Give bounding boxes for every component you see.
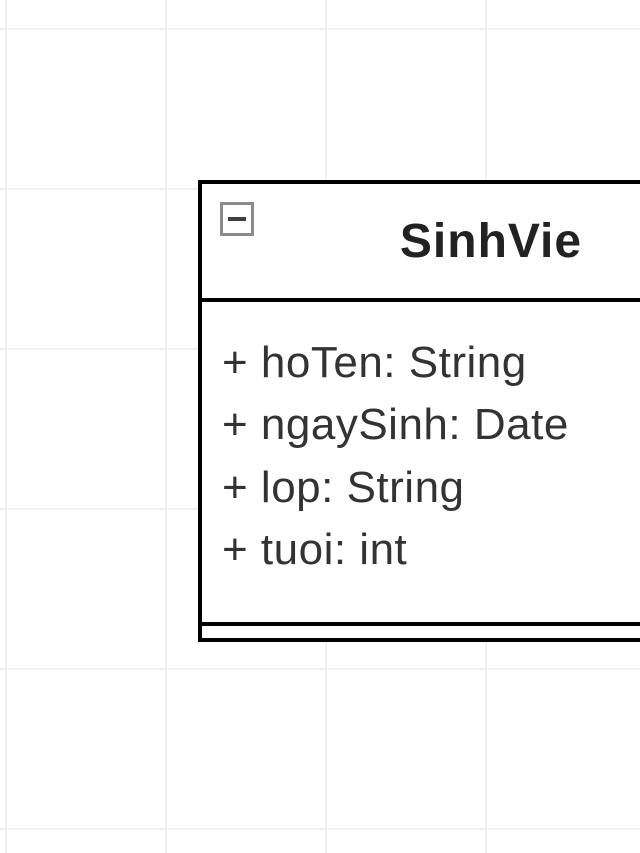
collapse-toggle[interactable]: [220, 202, 254, 236]
attribute-row: + hoTen: String: [222, 332, 620, 394]
attribute-row: + lop: String: [222, 457, 620, 519]
uml-class-header: SinhVie: [202, 184, 640, 302]
uml-class-box[interactable]: SinhVie + hoTen: String + ngaySinh: Date…: [198, 180, 640, 642]
minus-icon: [228, 217, 246, 221]
uml-attributes-section: + hoTen: String + ngaySinh: Date + lop: …: [202, 302, 640, 626]
uml-methods-section: [202, 626, 640, 638]
class-name: SinhVie: [222, 214, 620, 269]
attribute-row: + tuoi: int: [222, 519, 620, 581]
attribute-row: + ngaySinh: Date: [222, 394, 620, 456]
